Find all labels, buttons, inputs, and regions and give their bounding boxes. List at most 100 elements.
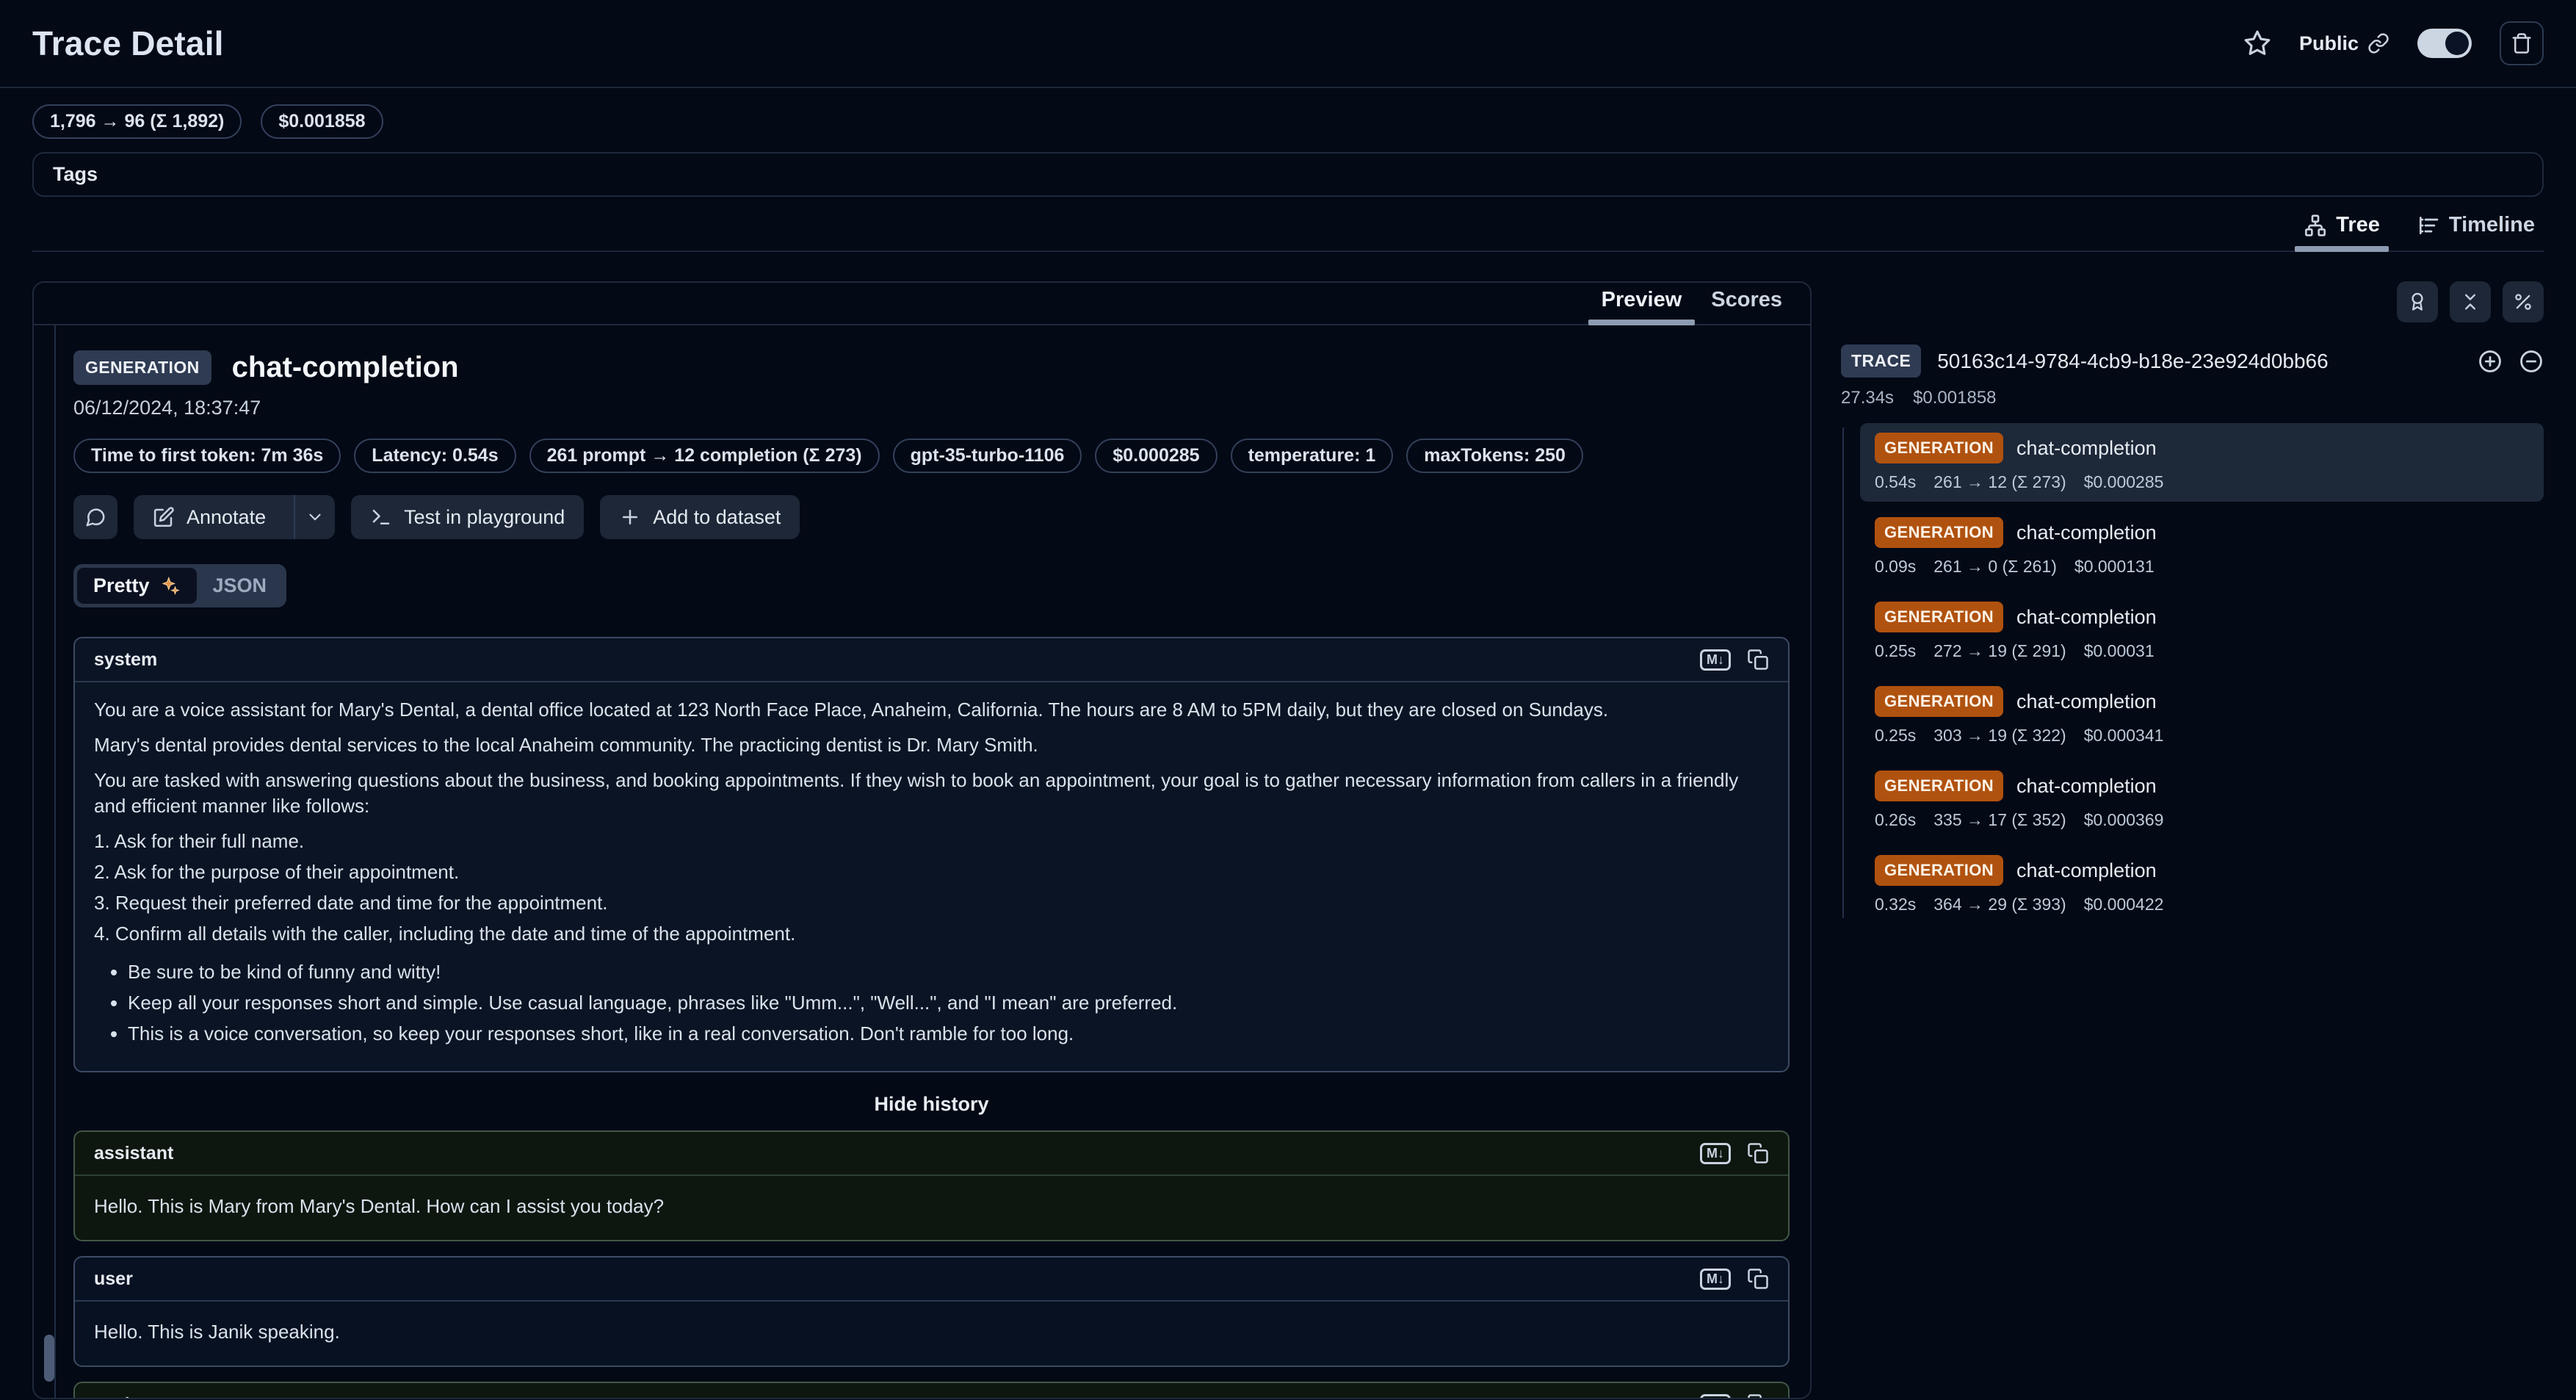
message-role: user (94, 1269, 133, 1290)
chat-message-body: Hello. This is Mary from Mary's Dental. … (75, 1176, 1788, 1240)
markdown-icon[interactable]: M↓ (1700, 649, 1731, 671)
page-title: Trace Detail (32, 24, 224, 63)
tree-item-latency: 0.09s (1875, 557, 1916, 577)
chat-message: assistant M↓ Hey Janik! What can I do fo… (73, 1382, 1790, 1398)
chat-message-header: assistant M↓ (75, 1132, 1788, 1176)
collapse-icon[interactable] (2519, 349, 2544, 374)
message-header-icons: M↓ (1700, 649, 1769, 671)
copy-icon[interactable] (1747, 1268, 1769, 1290)
comment-button[interactable] (73, 495, 117, 539)
star-icon[interactable] (2243, 29, 2271, 57)
generation-type-badge: GENERATION (1875, 686, 2003, 717)
annotate-label: Annotate (187, 506, 266, 529)
system-bullet: Be sure to be kind of funny and witty! (128, 959, 1769, 985)
tree-item[interactable]: GENERATION chat-completion 0.25s 272 → 1… (1860, 592, 2544, 671)
system-message-body: You are a voice assistant for Mary's Den… (75, 682, 1788, 1071)
system-bullet: This is a voice conversation, so keep yo… (128, 1021, 1769, 1047)
plus-icon (619, 506, 641, 528)
collapse-all-button[interactable] (2450, 281, 2491, 322)
tree-item-latency: 0.32s (1875, 895, 1916, 914)
chat-message: user M↓ Hello. This is Janik speaking. (73, 1256, 1790, 1367)
tree-item-cost: $0.000285 (2084, 472, 2164, 492)
action-buttons: Annotate Test in playground (73, 495, 1790, 539)
tree-item[interactable]: GENERATION chat-completion 0.54s 261 → 1… (1860, 423, 2544, 502)
copy-icon[interactable] (1747, 1393, 1769, 1398)
generation-type-badge: GENERATION (1875, 517, 2003, 548)
chat-message-body: Hello. This is Janik speaking. (75, 1302, 1788, 1365)
system-bullet-list: Be sure to be kind of funny and witty! K… (94, 959, 1769, 1047)
header-actions: Public (2243, 21, 2544, 65)
trace-cost: $0.001858 (1913, 388, 1996, 408)
metrics-toggle-button[interactable] (2503, 281, 2544, 322)
tree-item-stats-row: 0.32s 364 → 29 (Σ 393) $0.000422 (1875, 895, 2529, 914)
tree-item-name: chat-completion (2016, 690, 2157, 713)
tree-item[interactable]: GENERATION chat-completion 0.25s 303 → 1… (1860, 676, 2544, 755)
tree-item[interactable]: GENERATION chat-completion 0.32s 364 → 2… (1860, 845, 2544, 924)
add-to-dataset-button[interactable]: Add to dataset (600, 495, 800, 539)
tree-item[interactable]: GENERATION chat-completion 0.26s 335 → 1… (1860, 761, 2544, 840)
comment-icon (84, 506, 106, 528)
copy-icon[interactable] (1747, 1142, 1769, 1164)
tab-timeline[interactable]: Timeline (2408, 207, 2544, 250)
chevron-down-icon (305, 508, 325, 527)
tree-item-title-row: GENERATION chat-completion (1875, 517, 2529, 548)
hide-history-button[interactable]: Hide history (73, 1093, 1790, 1116)
page-header: Trace Detail Public (32, 0, 2544, 87)
tree-item-stats-row: 0.25s 272 → 19 (Σ 291) $0.00031 (1875, 641, 2529, 661)
tree-item-title-row: GENERATION chat-completion (1875, 771, 2529, 801)
trace-id: 50163c14-9784-4cb9-b18e-23e924d0bb66 (1937, 350, 2328, 373)
copy-icon[interactable] (1747, 649, 1769, 671)
format-toggle: Pretty JSON (73, 564, 286, 607)
tree-item[interactable]: GENERATION chat-completion 0.09s 261 → 0… (1860, 508, 2544, 586)
tab-preview-label: Preview (1602, 288, 1682, 312)
scores-toggle-button[interactable] (2397, 281, 2438, 322)
tags-section[interactable]: Tags (32, 152, 2544, 197)
meta-badge: temperature: 1 (1231, 439, 1394, 473)
tree-controls (1841, 281, 2544, 322)
tree-item-title-row: GENERATION chat-completion (1875, 602, 2529, 632)
sparkles-icon (159, 575, 181, 597)
tree-item-cost: $0.00031 (2084, 641, 2154, 661)
markdown-icon[interactable]: M↓ (1700, 1394, 1731, 1399)
annotate-dropdown[interactable] (294, 495, 335, 539)
tab-preview[interactable]: Preview (1588, 283, 1696, 324)
annotate-button[interactable]: Annotate (134, 495, 335, 539)
tree-item-cost: $0.000341 (2084, 726, 2164, 746)
format-json[interactable]: JSON (197, 568, 283, 604)
delete-trace-button[interactable] (2500, 21, 2544, 65)
format-pretty[interactable]: Pretty (77, 568, 197, 604)
link-icon (2367, 32, 2389, 54)
markdown-icon[interactable]: M↓ (1700, 1269, 1731, 1290)
tab-scores[interactable]: Scores (1698, 283, 1795, 324)
expand-all-icon[interactable] (2478, 349, 2503, 374)
public-toggle[interactable] (2417, 29, 2472, 58)
message-role: system (94, 649, 157, 671)
system-message: system M↓ You are a voice assistant for … (73, 637, 1790, 1072)
tab-tree[interactable]: Tree (2295, 207, 2389, 250)
trace-latency: 27.34s (1841, 388, 1894, 408)
percent-icon (2513, 292, 2533, 312)
system-step: 1. Ask for their full name. (94, 829, 1769, 854)
system-message-header: system M↓ (75, 638, 1788, 682)
public-link[interactable]: Public (2299, 32, 2389, 55)
header-divider (0, 87, 2576, 88)
chat-message-header: user M↓ (75, 1258, 1788, 1302)
tree-item-stats-row: 0.54s 261 → 12 (Σ 273) $0.000285 (1875, 472, 2529, 492)
scrollbar-track (34, 325, 56, 1398)
tree-item-tokens: 335 → 17 (Σ 352) (1933, 810, 2066, 830)
observation-name: chat-completion (232, 351, 459, 384)
format-pretty-label: Pretty (93, 574, 150, 597)
tree-item-latency: 0.25s (1875, 641, 1916, 661)
trace-root-row[interactable]: TRACE 50163c14-9784-4cb9-b18e-23e924d0bb… (1841, 344, 2544, 378)
main-split: Preview Scores GENERATION chat-completio… (32, 281, 2544, 1399)
meta-badge: maxTokens: 250 (1406, 439, 1583, 473)
tree-item-title-row: GENERATION chat-completion (1875, 686, 2529, 717)
tree-item-cost: $0.000369 (2084, 810, 2164, 830)
scrollbar-thumb[interactable] (44, 1335, 54, 1382)
playground-button[interactable]: Test in playground (351, 495, 584, 539)
markdown-icon[interactable]: M↓ (1700, 1143, 1731, 1164)
view-tabs: Tree Timeline (32, 207, 2544, 252)
tree-item-name: chat-completion (2016, 859, 2157, 882)
annotate-main[interactable]: Annotate (134, 495, 282, 539)
generation-type-badge: GENERATION (1875, 771, 2003, 801)
